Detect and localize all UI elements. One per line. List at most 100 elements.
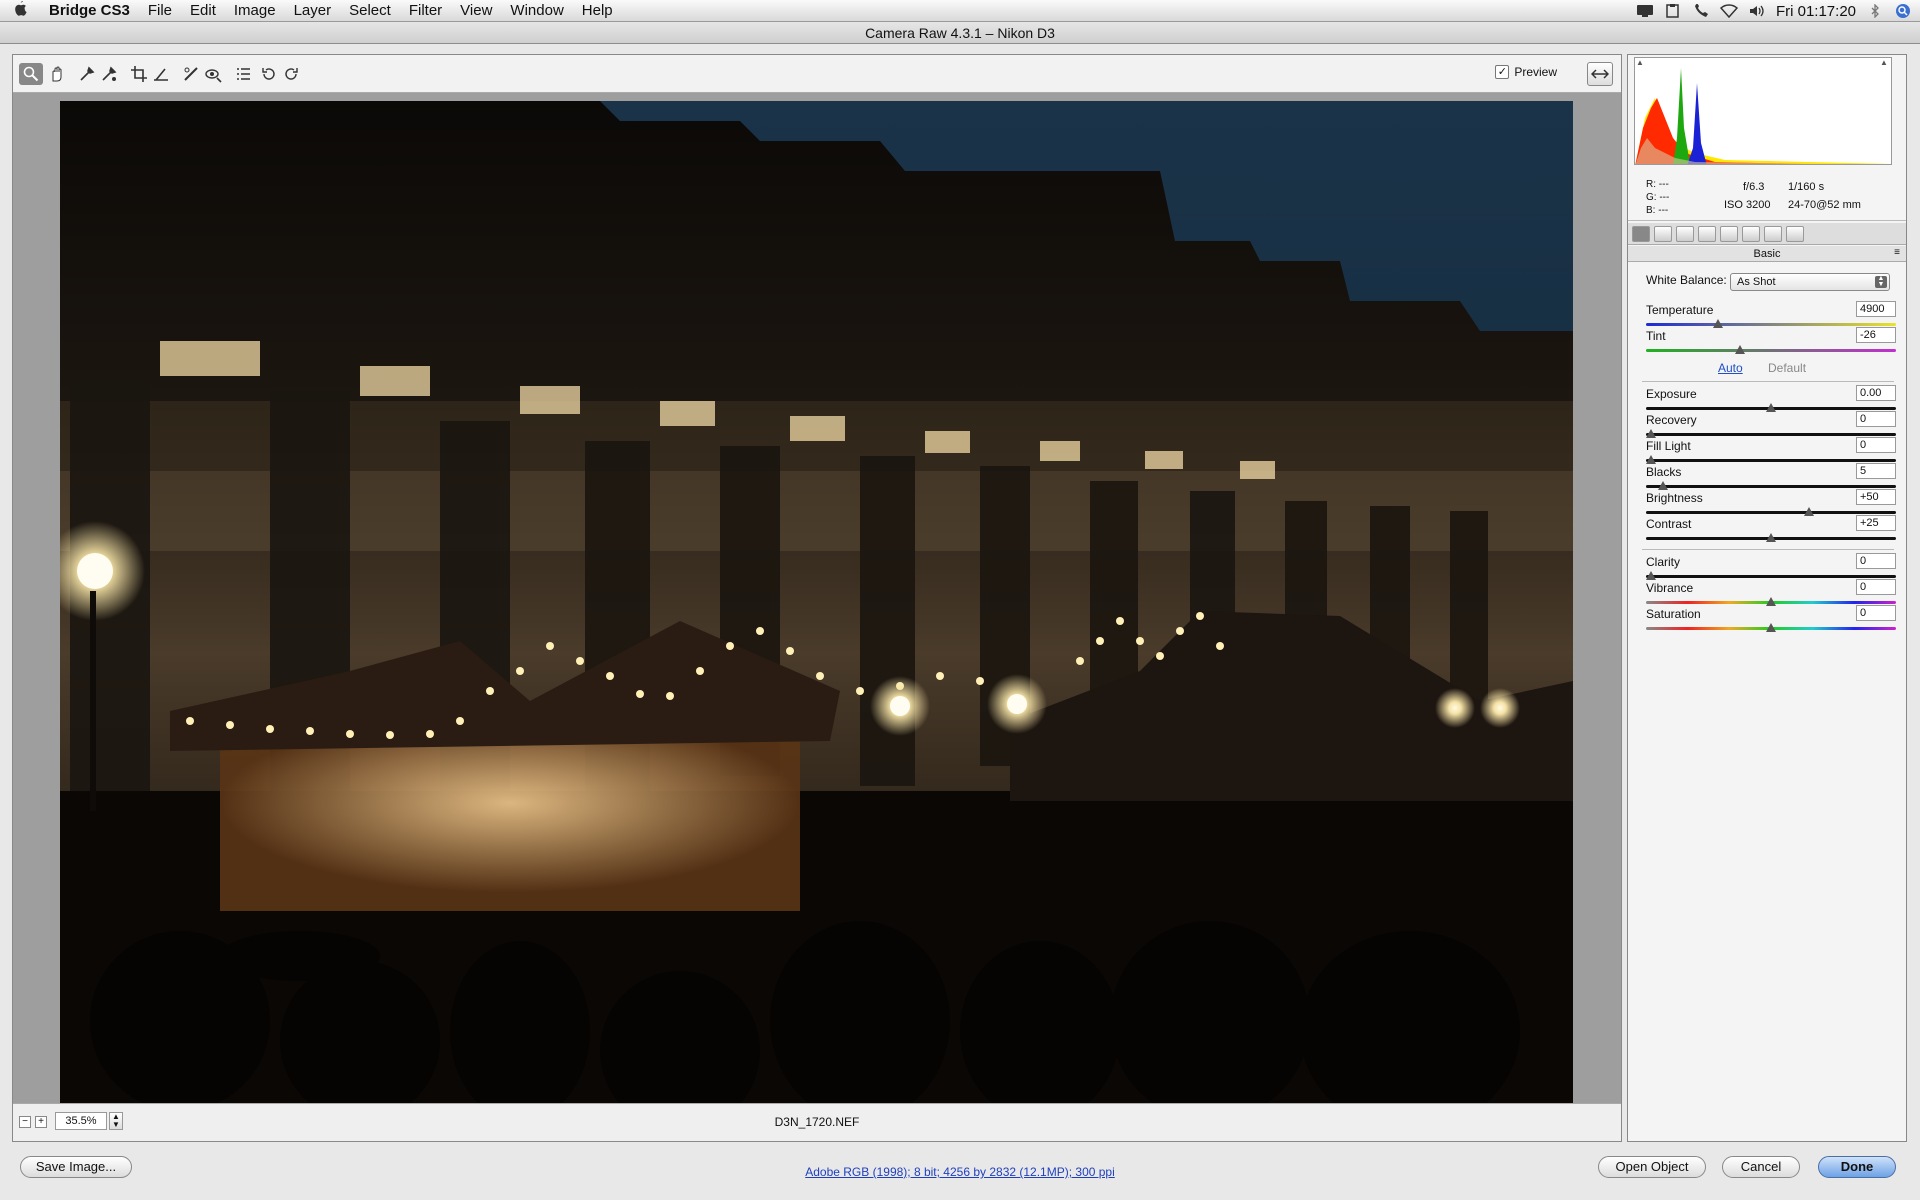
hand-icon[interactable] [45,63,69,85]
tone-curve-icon[interactable] [1654,226,1672,242]
slider-thumb[interactable] [1804,507,1815,516]
menu-window[interactable]: Window [501,0,572,22]
wifi-icon[interactable] [1719,4,1739,19]
menu-image[interactable]: Image [225,0,285,22]
display-icon[interactable] [1636,4,1654,18]
clipboard-icon[interactable] [1664,4,1682,18]
auto-link[interactable]: Auto [1718,361,1743,375]
preview-checkbox[interactable]: ✓ [1495,65,1510,79]
slider-value[interactable]: 0 [1856,437,1896,453]
bluetooth-icon[interactable] [1866,3,1884,19]
slider-value[interactable]: 0.00 [1856,385,1896,401]
slider-thumb[interactable] [1646,455,1656,464]
slider-label: Blacks [1646,465,1682,479]
preview-toggle[interactable]: ✓ Preview [1495,65,1557,79]
slider-thumb[interactable] [1658,481,1668,490]
hsl-icon[interactable] [1698,226,1716,242]
lens-icon[interactable] [1742,226,1760,242]
slider-label: Recovery [1646,413,1697,427]
white-balance-icon[interactable] [75,63,99,85]
auto-default-row: Auto Default [1628,361,1906,377]
rotate-right-icon[interactable] [279,63,303,85]
shadow-clipping-warning-icon[interactable]: ▲ [1636,58,1646,68]
fullscreen-button[interactable] [1587,62,1613,86]
slider-label: Clarity [1646,555,1681,569]
slider-value[interactable]: 0 [1856,579,1896,595]
slider-saturation: Saturation 0 [1646,605,1896,635]
cancel-button[interactable]: Cancel [1722,1156,1800,1178]
slider-track[interactable] [1646,511,1896,514]
color-sampler-icon[interactable] [97,63,121,85]
red-eye-icon[interactable] [201,63,225,85]
slider-track[interactable] [1646,349,1896,352]
slider-thumb[interactable] [1646,571,1656,580]
straighten-icon[interactable] [149,63,173,85]
slider-label: Vibrance [1646,581,1694,595]
slider-track[interactable] [1646,323,1896,326]
highlight-clipping-warning-icon[interactable]: ▲ [1880,58,1890,68]
slider-value[interactable]: +50 [1856,489,1896,505]
slider-track[interactable] [1646,433,1896,436]
preferences-icon[interactable] [231,63,255,85]
slider-value[interactable]: 0 [1856,605,1896,621]
menu-select[interactable]: Select [340,0,400,22]
slider-value[interactable]: -26 [1856,327,1896,343]
menu-filter[interactable]: Filter [400,0,451,22]
panel-title: Basic [1753,248,1781,260]
menu-edit[interactable]: Edit [181,0,225,22]
slider-track[interactable] [1646,459,1896,462]
slider-thumb[interactable] [1766,597,1776,606]
canvas-panel: ✓ Preview − + 35.5% ▲ ▼ D3N_1720.NEF [12,54,1622,1142]
rotate-left-icon[interactable] [257,63,281,85]
phone-icon[interactable] [1692,3,1710,18]
menu-view[interactable]: View [451,0,501,22]
volume-icon[interactable] [1748,4,1766,18]
menu-file[interactable]: File [139,0,181,22]
g-value: --- [1659,192,1670,203]
slider-value[interactable]: 5 [1856,463,1896,479]
split-toning-icon[interactable] [1720,226,1738,242]
spotlight-icon[interactable] [1894,4,1912,18]
r-value: --- [1658,179,1669,190]
presets-icon[interactable] [1786,226,1804,242]
menu-layer[interactable]: Layer [285,0,341,22]
slider-track[interactable] [1646,485,1896,488]
done-button[interactable]: Done [1818,1156,1896,1178]
slider-value[interactable]: +25 [1856,515,1896,531]
slider-value[interactable]: 4900 [1856,301,1896,317]
default-link[interactable]: Default [1768,361,1806,375]
white-balance-value: As Shot [1737,276,1776,288]
slider-track[interactable] [1646,575,1896,578]
panel-menu-icon[interactable]: ≡ [1892,248,1902,258]
open-object-button[interactable]: Open Object [1598,1156,1706,1178]
slider-thumb[interactable] [1766,623,1776,632]
slider-label: Brightness [1646,491,1703,505]
detail-icon[interactable] [1676,226,1694,242]
adjustments-panel: ▲ ▲ R: --- G: --- B: --- f/6.3 1/160 s I… [1627,54,1907,1142]
camera-calibration-icon[interactable] [1764,226,1782,242]
slider-label: Tint [1646,329,1666,343]
menu-app[interactable]: Bridge CS3 [40,0,139,22]
slider-thumb[interactable] [1734,345,1745,354]
white-balance-select[interactable]: As Shot ▲ ▼ [1730,273,1890,291]
retouch-icon[interactable] [179,63,203,85]
white-balance-label: White Balance: [1646,273,1727,287]
zoom-icon[interactable] [19,63,43,85]
slider-thumb[interactable] [1713,319,1724,328]
slider-thumb[interactable] [1766,533,1776,542]
photo-preview[interactable] [60,101,1573,1105]
slider-value[interactable]: 0 [1856,411,1896,427]
crop-icon[interactable] [127,63,151,85]
basic-icon[interactable] [1632,226,1650,242]
apple-icon[interactable] [0,0,40,21]
b-label: B: [1646,205,1656,216]
slider-thumb[interactable] [1646,429,1656,438]
clock[interactable]: Fri 01:17:20 [1776,3,1856,20]
menu-help[interactable]: Help [573,0,622,22]
slider-thumb[interactable] [1766,403,1776,412]
slider-value[interactable]: 0 [1856,553,1896,569]
image-viewport[interactable] [13,93,1621,1105]
iso: ISO 3200 [1724,199,1771,211]
shutter-speed: 1/160 s [1788,181,1825,193]
status-bar: − + 35.5% ▲ ▼ D3N_1720.NEF [13,1103,1621,1141]
